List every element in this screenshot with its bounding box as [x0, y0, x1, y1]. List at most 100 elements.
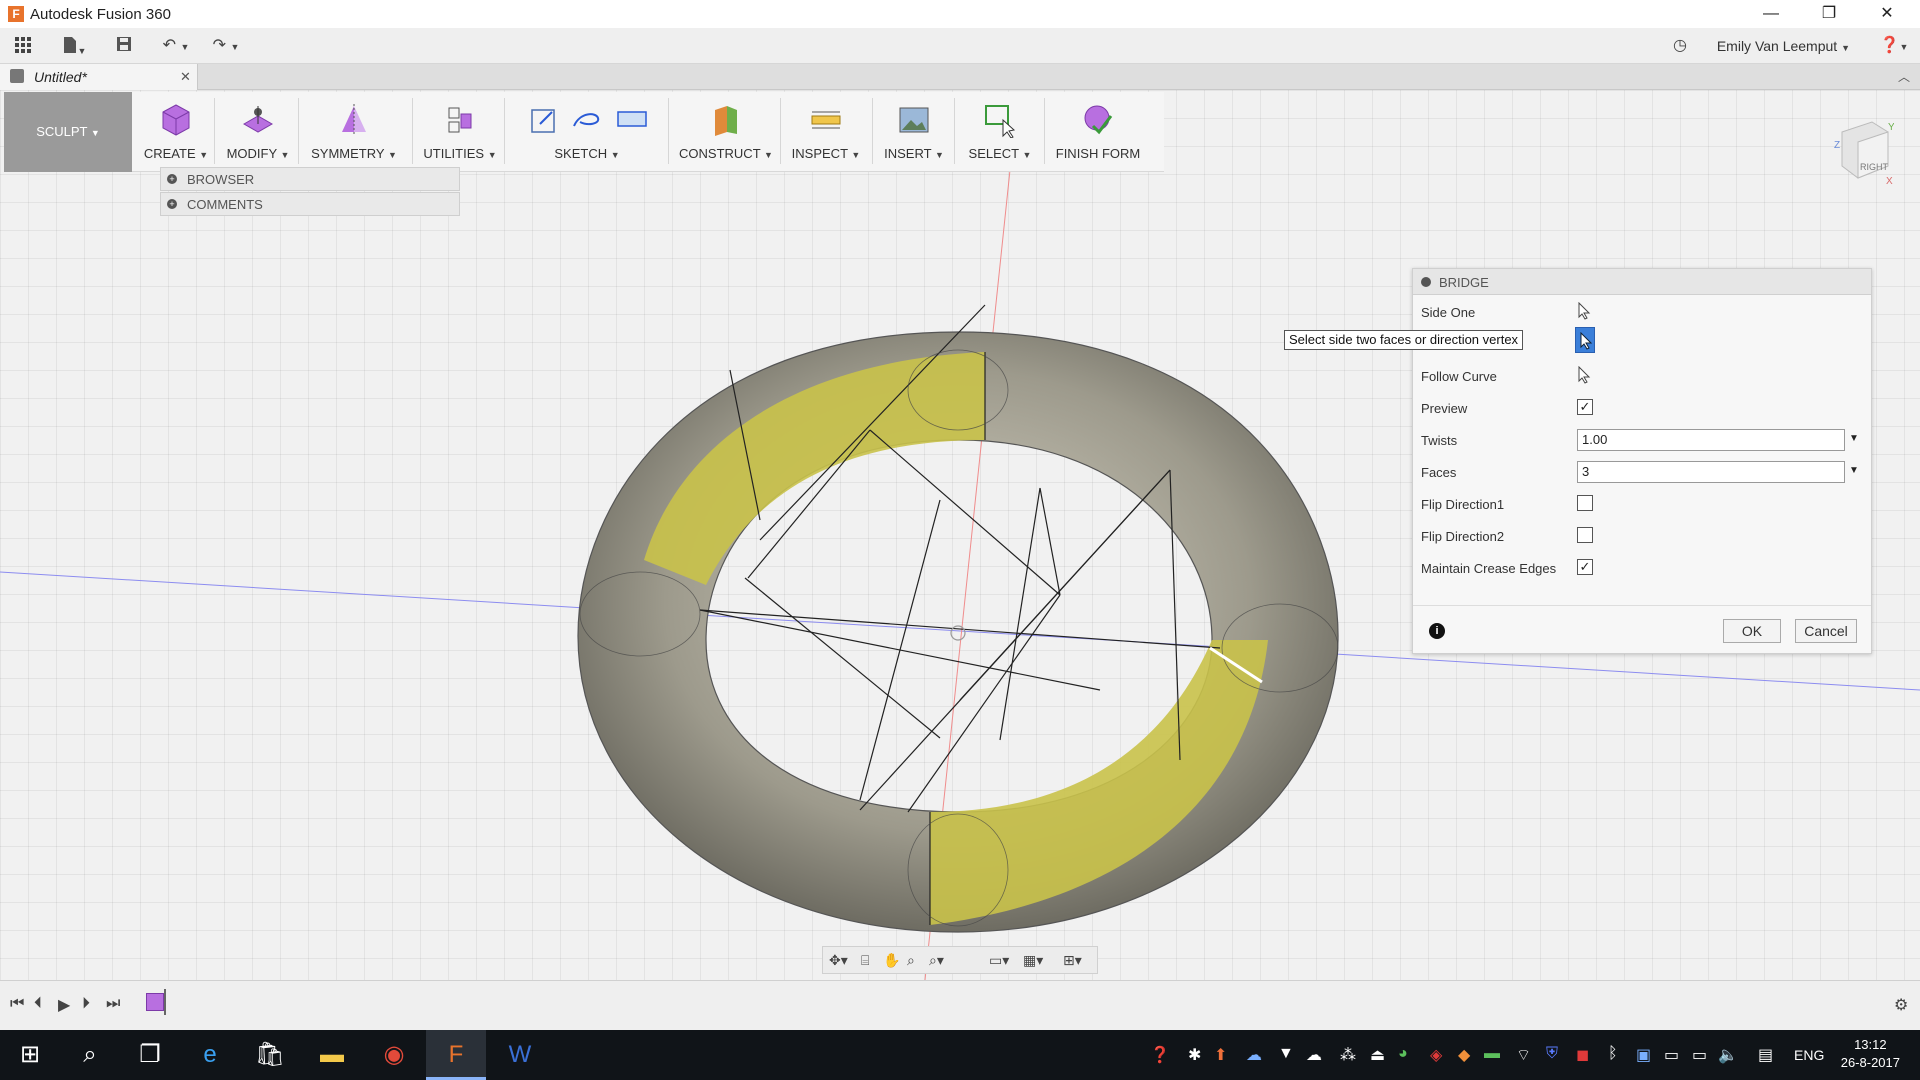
maintain-crease-edges-checkbox[interactable]: ✓ — [1577, 559, 1593, 575]
flip-direction2-checkbox[interactable] — [1577, 527, 1593, 543]
browser-panel[interactable]: + BROWSER — [160, 167, 460, 191]
bridge-dialog-header[interactable]: BRIDGE — [1413, 269, 1871, 295]
zoom-icon[interactable]: ⌕ — [907, 952, 915, 969]
timeline-marker[interactable] — [164, 989, 166, 1015]
inspect-menu[interactable]: INSPECT ▼ — [786, 92, 866, 172]
network-tray-icon[interactable]: ▼ — [1278, 1045, 1294, 1063]
finish-form-button[interactable]: FINISH FORM — [1050, 92, 1146, 172]
viewports-icon[interactable]: ⊞▾ — [1063, 952, 1082, 969]
orbit-icon[interactable]: ✥▾ — [829, 952, 848, 969]
step-forward-icon[interactable]: ⏵ — [82, 995, 90, 1013]
info-icon[interactable]: i — [1429, 623, 1445, 639]
minimize-button[interactable]: — — [1742, 0, 1800, 28]
modify-icon — [242, 106, 274, 133]
file-menu-button[interactable]: ▼ — [56, 36, 92, 56]
quick-access-toolbar: ▼ ↶ ▼ ↷ ▼ ◷ Emily Van Leemput ▼ ❓▼ — [0, 28, 1920, 64]
acrobat-icon[interactable]: ◈ — [1430, 1045, 1442, 1065]
cancel-button[interactable]: Cancel — [1795, 619, 1857, 643]
edge-browser-icon[interactable]: e — [180, 1030, 240, 1080]
action-center-icon[interactable]: ▤ — [1758, 1045, 1773, 1065]
go-to-start-icon[interactable]: ⏮ — [10, 995, 24, 1013]
construct-label: CONSTRUCT — [679, 146, 761, 161]
utilities-menu[interactable]: UTILITIES ▼ — [420, 92, 500, 172]
redo-button[interactable]: ↷ ▼ — [208, 36, 244, 56]
undo-button[interactable]: ↶ ▼ — [158, 36, 194, 56]
side-one-select-cursor-icon[interactable] — [1577, 301, 1591, 320]
view-cube[interactable]: RIGHT Z Y X — [1830, 118, 1895, 187]
tray-icon[interactable]: ✱ — [1188, 1045, 1201, 1065]
start-windows-icon[interactable]: ⊞ — [0, 1030, 60, 1080]
task-view-icon[interactable]: ❐ — [120, 1030, 180, 1080]
side-two-tooltip: Select side two faces or direction verte… — [1284, 330, 1524, 350]
comments-panel[interactable]: + COMMENTS — [160, 192, 460, 216]
tab-untitled[interactable]: Untitled* ✕ — [0, 64, 198, 90]
toolbar-divider — [214, 98, 215, 164]
faces-input[interactable]: 3 — [1577, 461, 1845, 483]
fusion-taskbar-icon[interactable]: F — [426, 1030, 486, 1080]
construct-menu[interactable]: CONSTRUCT ▼ — [676, 92, 776, 172]
select-menu[interactable]: SELECT ▼ — [960, 92, 1040, 172]
user-account-menu[interactable]: Emily Van Leemput ▼ — [1717, 38, 1850, 54]
collapse-chevron-icon[interactable]: ︿ — [1898, 68, 1910, 85]
system-clock[interactable]: 13:12 26-8-2017 — [1841, 1036, 1900, 1072]
go-to-end-icon[interactable]: ⏭ — [106, 995, 120, 1013]
ok-button[interactable]: OK — [1723, 619, 1781, 643]
tray-icon[interactable]: ☁ — [1306, 1045, 1322, 1065]
tab-close-icon[interactable]: ✕ — [180, 69, 191, 85]
chrome-icon[interactable]: ◉ — [364, 1030, 424, 1080]
twists-dropdown-icon[interactable]: ▼ — [1849, 433, 1861, 444]
usb-icon[interactable]: ⏏ — [1370, 1045, 1385, 1065]
display-settings-icon[interactable]: ▭▾ — [989, 952, 1009, 969]
create-menu[interactable]: CREATE ▼ — [140, 92, 212, 172]
display-icon[interactable]: ▭ — [1664, 1045, 1679, 1065]
search-icon[interactable]: ⌕ — [60, 1030, 120, 1080]
tray-icon[interactable]: ◆ — [1458, 1045, 1470, 1065]
word-icon[interactable]: W — [490, 1030, 550, 1080]
pan-icon[interactable]: ✋ — [883, 952, 900, 969]
step-back-icon[interactable]: ⏴ — [34, 995, 42, 1013]
save-icon[interactable] — [114, 36, 134, 56]
look-at-icon[interactable]: ⌸ — [861, 952, 869, 969]
workspace-switcher[interactable]: SCULPT ▼ — [4, 92, 132, 172]
history-clock-icon[interactable]: ◷ — [1668, 36, 1692, 56]
tray-icon[interactable]: ⁂ — [1340, 1045, 1356, 1065]
bluetooth-icon[interactable]: ᛒ — [1608, 1045, 1618, 1063]
store-icon[interactable]: 🛍 — [240, 1030, 300, 1080]
fit-icon[interactable]: ⌕▾ — [929, 952, 944, 969]
twists-input[interactable]: 1.00 — [1577, 429, 1845, 451]
onedrive-icon[interactable]: ☁ — [1246, 1045, 1262, 1065]
insert-menu[interactable]: INSERT ▼ — [878, 92, 950, 172]
tray-icon[interactable]: ▬ — [1484, 1045, 1500, 1063]
insert-label: INSERT — [884, 146, 932, 161]
play-icon[interactable]: ▶ — [58, 995, 70, 1015]
help-button[interactable]: ❓▼ — [1876, 36, 1912, 56]
navigation-bar: ✥▾ ⌸ ✋ ⌕ ⌕▾ ▭▾ ▦▾ ⊞▾ — [822, 946, 1098, 974]
grid-settings-icon[interactable]: ▦▾ — [1023, 952, 1043, 969]
symmetry-menu[interactable]: SYMMETRY ▼ — [306, 92, 402, 172]
language-indicator[interactable]: ENG — [1794, 1047, 1824, 1063]
tray-icon[interactable]: ◕ — [1398, 1045, 1408, 1063]
timeline-settings-gear-icon[interactable]: ⚙ — [1894, 995, 1908, 1015]
maximize-button[interactable]: ❐ — [1800, 0, 1858, 28]
grid-icon[interactable] — [12, 36, 34, 56]
help-tray-icon[interactable]: ❓ — [1150, 1045, 1170, 1065]
form-feature-icon[interactable] — [146, 993, 164, 1011]
volume-icon[interactable]: 🔈 — [1718, 1045, 1738, 1065]
sketch-menu[interactable]: SKETCH ▼ — [512, 92, 662, 172]
preview-checkbox[interactable]: ✓ — [1577, 399, 1593, 415]
expand-icon: + — [167, 174, 177, 184]
close-button[interactable]: ✕ — [1858, 0, 1916, 28]
upload-tray-icon[interactable]: ⬆ — [1214, 1045, 1227, 1065]
side-two-select-button[interactable] — [1575, 327, 1595, 353]
shield-icon[interactable]: ⛨ — [1546, 1045, 1558, 1063]
file-explorer-icon[interactable]: ▬ — [302, 1030, 362, 1080]
faces-dropdown-icon[interactable]: ▼ — [1849, 465, 1861, 476]
modify-menu[interactable]: MODIFY ▼ — [222, 92, 294, 172]
tray-icon[interactable]: ▣ — [1636, 1045, 1651, 1065]
flip-direction1-checkbox[interactable] — [1577, 495, 1593, 511]
battery-icon[interactable]: ▭ — [1692, 1045, 1707, 1065]
wifi-icon[interactable]: ⌔ — [1516, 1045, 1531, 1065]
tray-icon[interactable]: ◼ — [1576, 1045, 1589, 1065]
collapse-icon[interactable] — [1421, 277, 1431, 287]
follow-curve-select-cursor-icon[interactable] — [1577, 365, 1591, 384]
